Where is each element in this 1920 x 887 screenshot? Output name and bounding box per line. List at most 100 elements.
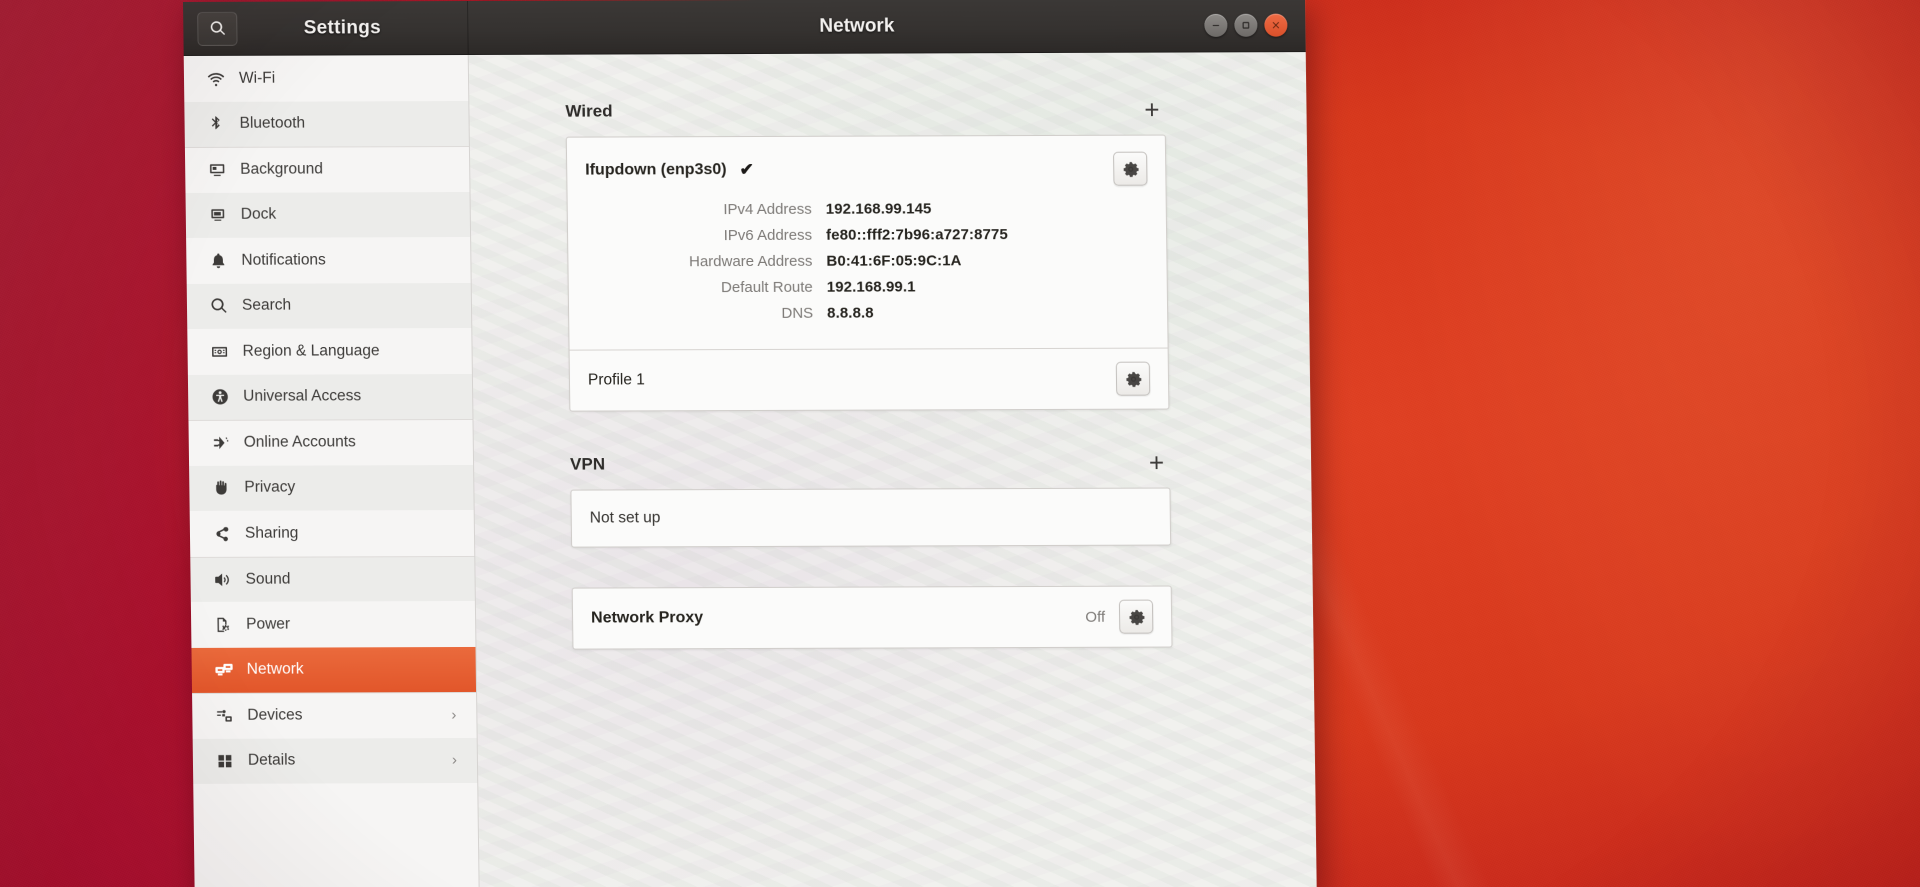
close-icon — [1272, 21, 1280, 28]
sidebar-item-sharing[interactable]: Sharing — [190, 510, 475, 556]
privacy-hand-icon — [211, 478, 231, 498]
gear-icon — [1129, 609, 1144, 625]
wired-detail-label: IPv6 Address — [723, 226, 813, 245]
network-proxy-controls: Off — [1085, 599, 1154, 634]
sidebar-item-sound[interactable]: Sound — [190, 555, 475, 602]
sidebar-item-wi-fi[interactable]: Wi-Fi — [184, 55, 469, 101]
chevron-right-icon: › — [451, 706, 457, 724]
wired-device-row: Ifupdown (enp3s0) ✔ — [567, 136, 1166, 192]
sidebar-item-label: Sound — [245, 570, 291, 588]
share-icon — [212, 524, 232, 544]
page-title: Network — [819, 15, 895, 37]
sidebar-item-label: Sharing — [244, 524, 299, 542]
speaker-icon — [212, 570, 232, 590]
sidebar-item-label: Notifications — [241, 251, 326, 269]
sidebar-item-label: Wi-Fi — [238, 69, 276, 87]
wired-detail-label: IPv4 Address — [723, 200, 812, 219]
devices-icon — [214, 706, 234, 726]
settings-window: Settings Network Wi-Fi Bluetooth Backgroun… — [183, 0, 1317, 887]
vpn-status: Not set up — [589, 509, 661, 527]
wired-settings-button[interactable] — [1113, 151, 1148, 186]
maximize-button[interactable] — [1234, 13, 1258, 37]
sidebar-item-label: Power — [246, 615, 291, 633]
minimize-button[interactable] — [1204, 13, 1228, 37]
wired-detail-row: DNS 8.8.8.8 — [587, 304, 1149, 323]
wired-detail-row: Default Route 192.168.99.1 — [587, 278, 1149, 297]
wired-detail-label: DNS — [781, 304, 814, 322]
sidebar-item-devices[interactable]: Devices › — [192, 691, 477, 739]
add-wired-button[interactable]: + — [1138, 95, 1166, 125]
vpn-section-header: VPN + — [569, 448, 1171, 478]
bluetooth-icon — [206, 114, 226, 134]
chevron-right-icon: › — [451, 751, 458, 769]
vpn-card: Not set up — [570, 487, 1172, 548]
wired-detail-label: Hardware Address — [688, 252, 813, 271]
minimize-icon — [1212, 24, 1220, 26]
wired-detail-row: IPv6 Address fe80::fff2:7b96:a727:8775 — [586, 226, 1148, 245]
sidebar-item-label: Background — [240, 160, 324, 179]
sidebar-item-notifications[interactable]: Notifications — [186, 237, 471, 283]
settings-window-frame: Settings Network Wi-Fi Bluetooth Backgroun… — [183, 0, 1317, 887]
wired-detail-value: fe80::fff2:7b96:a727:8775 — [825, 226, 1008, 244]
wired-detail-value: B0:41:6F:05:9C:1A — [826, 252, 962, 270]
profile-name: Profile 1 — [587, 371, 645, 389]
power-plug-icon — [213, 615, 233, 635]
sidebar-item-label: Network — [246, 660, 304, 679]
network-icon — [214, 660, 234, 680]
sidebar-item-label: Bluetooth — [239, 114, 306, 133]
sidebar-item-label: Privacy — [244, 478, 296, 497]
wired-detail-row: IPv4 Address 192.168.99.145 — [586, 200, 1148, 219]
sidebar-item-label: Devices — [247, 706, 303, 724]
sidebar-item-privacy[interactable]: Privacy — [189, 464, 474, 511]
background-icon — [207, 160, 227, 180]
sidebar-item-label: Dock — [240, 205, 277, 224]
network-proxy-card: Network Proxy Off — [571, 585, 1173, 650]
accessibility-icon — [210, 387, 230, 407]
sidebar-item-network[interactable]: Network — [191, 646, 477, 693]
sidebar-item-dock[interactable]: Dock — [185, 191, 471, 238]
sidebar-item-search[interactable]: Search — [186, 282, 472, 329]
sidebar-item-region-language[interactable]: Region & Language — [187, 328, 472, 374]
vpn-section-title: VPN — [569, 454, 606, 474]
sidebar-item-online-accounts[interactable]: Online Accounts — [188, 418, 474, 466]
network-proxy-state: Off — [1085, 608, 1106, 626]
settings-sidebar: Wi-Fi Bluetooth Background Dock Notification… — [183, 55, 480, 887]
sidebar-item-label: Online Accounts — [243, 433, 356, 452]
details-icon — [215, 751, 235, 771]
network-proxy-settings-button[interactable] — [1118, 599, 1154, 634]
network-proxy-title: Network Proxy — [590, 609, 704, 627]
add-vpn-button[interactable]: + — [1143, 448, 1171, 478]
sidebar-item-label: Search — [241, 296, 292, 315]
wired-section-title: Wired — [565, 101, 613, 121]
wired-device-name: Ifupdown (enp3s0) — [585, 161, 727, 179]
title-bar: Settings Network — [183, 0, 1306, 56]
window-controls — [1204, 13, 1288, 37]
close-button[interactable] — [1264, 13, 1288, 37]
online-accounts-icon — [211, 433, 231, 453]
maximize-icon — [1242, 21, 1250, 29]
sidebar-item-power[interactable]: Power — [191, 601, 476, 647]
sidebar-item-background[interactable]: Background — [184, 145, 470, 193]
wired-section-header: Wired + — [565, 95, 1166, 125]
wired-details-list: IPv4 Address 192.168.99.145 IPv6 Address fe… — [568, 190, 1168, 350]
sidebar-item-details[interactable]: Details › — [192, 737, 478, 784]
gear-icon — [1123, 161, 1139, 177]
search-icon — [210, 21, 225, 36]
title-bar-left-pane: Settings — [183, 1, 469, 55]
gear-icon — [1125, 371, 1141, 387]
wired-detail-row: Hardware Address B0:41:6F:05:9C:1A — [586, 252, 1148, 271]
profile-settings-button[interactable] — [1115, 361, 1151, 396]
wired-detail-label: Default Route — [720, 278, 813, 297]
app-title: Settings — [303, 16, 382, 39]
search-button[interactable] — [197, 11, 238, 46]
sidebar-item-bluetooth[interactable]: Bluetooth — [184, 100, 469, 147]
network-panel: Wired + Ifupdown (enp3s0) ✔ IPv4 Address… — [468, 52, 1317, 887]
wired-card: Ifupdown (enp3s0) ✔ IPv4 Address 192.168.… — [565, 134, 1170, 412]
window-body: Wi-Fi Bluetooth Background Dock Notification… — [183, 52, 1317, 887]
sidebar-item-label: Universal Access — [243, 387, 362, 406]
region-language-icon — [209, 342, 229, 362]
connected-check-icon: ✔ — [739, 160, 754, 180]
bell-icon — [208, 251, 228, 271]
sidebar-item-universal-access[interactable]: Universal Access — [187, 373, 473, 420]
title-bar-right-pane: Network — [468, 0, 1306, 54]
